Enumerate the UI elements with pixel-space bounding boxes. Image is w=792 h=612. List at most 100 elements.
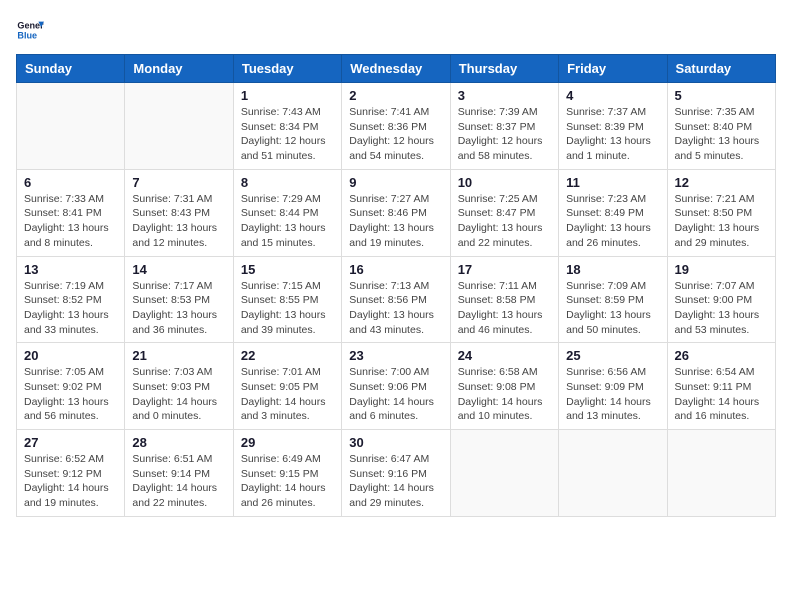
calendar-header-wednesday: Wednesday (342, 55, 450, 83)
calendar-cell: 5 Sunrise: 7:35 AM Sunset: 8:40 PM Daylig… (667, 83, 775, 170)
day-number: 7 (132, 175, 225, 190)
calendar-cell: 16 Sunrise: 7:13 AM Sunset: 8:56 PM Dayli… (342, 256, 450, 343)
calendar-header-friday: Friday (559, 55, 667, 83)
calendar-cell (450, 430, 558, 517)
calendar-header-tuesday: Tuesday (233, 55, 341, 83)
header: General Blue (16, 16, 776, 44)
calendar-header-thursday: Thursday (450, 55, 558, 83)
day-info: Sunrise: 7:13 AM Sunset: 8:56 PM Dayligh… (349, 279, 442, 338)
calendar-cell: 1Sunrise: 7:43 AM Sunset: 8:34 PM Daylig… (233, 83, 341, 170)
day-info: Sunrise: 7:03 AM Sunset: 9:03 PM Dayligh… (132, 365, 225, 424)
calendar-week-row: 20 Sunrise: 7:05 AM Sunset: 9:02 PM Dayli… (17, 343, 776, 430)
calendar-cell: 27Sunrise: 6:52 AM Sunset: 9:12 PM Dayli… (17, 430, 125, 517)
day-number: 3 (458, 88, 551, 103)
calendar-header-saturday: Saturday (667, 55, 775, 83)
day-number: 14 (132, 262, 225, 277)
day-info: Sunrise: 7:25 AM Sunset: 8:47 PM Dayligh… (458, 192, 551, 251)
calendar-week-row: 1Sunrise: 7:43 AM Sunset: 8:34 PM Daylig… (17, 83, 776, 170)
day-number: 4 (566, 88, 659, 103)
day-info: Sunrise: 7:43 AM Sunset: 8:34 PM Dayligh… (241, 105, 334, 164)
day-info: Sunrise: 7:17 AM Sunset: 8:53 PM Dayligh… (132, 279, 225, 338)
calendar-cell: 7 Sunrise: 7:31 AM Sunset: 8:43 PM Daylig… (125, 169, 233, 256)
calendar-cell: 13 Sunrise: 7:19 AM Sunset: 8:52 PM Dayli… (17, 256, 125, 343)
day-number: 24 (458, 348, 551, 363)
calendar-cell (125, 83, 233, 170)
day-number: 9 (349, 175, 442, 190)
day-number: 30 (349, 435, 442, 450)
day-info: Sunrise: 7:35 AM Sunset: 8:40 PM Dayligh… (675, 105, 768, 164)
logo: General Blue (16, 16, 44, 44)
day-number: 19 (675, 262, 768, 277)
day-info: Sunrise: 6:56 AM Sunset: 9:09 PM Dayligh… (566, 365, 659, 424)
calendar-header-row: SundayMondayTuesdayWednesdayThursdayFrid… (17, 55, 776, 83)
day-number: 13 (24, 262, 117, 277)
calendar-cell: 6 Sunrise: 7:33 AM Sunset: 8:41 PM Daylig… (17, 169, 125, 256)
calendar-cell: 21 Sunrise: 7:03 AM Sunset: 9:03 PM Dayli… (125, 343, 233, 430)
calendar-cell: 23 Sunrise: 7:00 AM Sunset: 9:06 PM Dayli… (342, 343, 450, 430)
day-number: 16 (349, 262, 442, 277)
calendar-week-row: 27Sunrise: 6:52 AM Sunset: 9:12 PM Dayli… (17, 430, 776, 517)
day-number: 20 (24, 348, 117, 363)
day-info: Sunrise: 7:39 AM Sunset: 8:37 PM Dayligh… (458, 105, 551, 164)
calendar-cell: 20 Sunrise: 7:05 AM Sunset: 9:02 PM Dayli… (17, 343, 125, 430)
calendar-cell (667, 430, 775, 517)
calendar-cell: 30 Sunrise: 6:47 AM Sunset: 9:16 PM Dayli… (342, 430, 450, 517)
day-number: 27 (24, 435, 117, 450)
day-info: Sunrise: 7:29 AM Sunset: 8:44 PM Dayligh… (241, 192, 334, 251)
day-info: Sunrise: 7:41 AM Sunset: 8:36 PM Dayligh… (349, 105, 442, 164)
day-info: Sunrise: 7:37 AM Sunset: 8:39 PM Dayligh… (566, 105, 659, 164)
day-number: 5 (675, 88, 768, 103)
logo-icon: General Blue (16, 16, 44, 44)
calendar-cell: 19 Sunrise: 7:07 AM Sunset: 9:00 PM Dayli… (667, 256, 775, 343)
day-info: Sunrise: 7:33 AM Sunset: 8:41 PM Dayligh… (24, 192, 117, 251)
day-info: Sunrise: 7:15 AM Sunset: 8:55 PM Dayligh… (241, 279, 334, 338)
calendar-cell: 28Sunrise: 6:51 AM Sunset: 9:14 PM Dayli… (125, 430, 233, 517)
calendar-header-sunday: Sunday (17, 55, 125, 83)
day-number: 10 (458, 175, 551, 190)
calendar-cell: 17 Sunrise: 7:11 AM Sunset: 8:58 PM Dayli… (450, 256, 558, 343)
calendar-cell: 25 Sunrise: 6:56 AM Sunset: 9:09 PM Dayli… (559, 343, 667, 430)
day-info: Sunrise: 7:31 AM Sunset: 8:43 PM Dayligh… (132, 192, 225, 251)
day-info: Sunrise: 7:09 AM Sunset: 8:59 PM Dayligh… (566, 279, 659, 338)
day-number: 11 (566, 175, 659, 190)
day-number: 21 (132, 348, 225, 363)
day-info: Sunrise: 6:47 AM Sunset: 9:16 PM Dayligh… (349, 452, 442, 511)
day-info: Sunrise: 6:58 AM Sunset: 9:08 PM Dayligh… (458, 365, 551, 424)
day-info: Sunrise: 7:11 AM Sunset: 8:58 PM Dayligh… (458, 279, 551, 338)
day-number: 29 (241, 435, 334, 450)
calendar-cell: 2Sunrise: 7:41 AM Sunset: 8:36 PM Daylig… (342, 83, 450, 170)
day-info: Sunrise: 7:07 AM Sunset: 9:00 PM Dayligh… (675, 279, 768, 338)
calendar-week-row: 13 Sunrise: 7:19 AM Sunset: 8:52 PM Dayli… (17, 256, 776, 343)
svg-text:Blue: Blue (17, 30, 37, 40)
day-info: Sunrise: 7:19 AM Sunset: 8:52 PM Dayligh… (24, 279, 117, 338)
day-info: Sunrise: 7:00 AM Sunset: 9:06 PM Dayligh… (349, 365, 442, 424)
calendar-table: SundayMondayTuesdayWednesdayThursdayFrid… (16, 54, 776, 517)
calendar-cell (17, 83, 125, 170)
calendar-cell: 12Sunrise: 7:21 AM Sunset: 8:50 PM Dayli… (667, 169, 775, 256)
day-number: 8 (241, 175, 334, 190)
day-info: Sunrise: 7:01 AM Sunset: 9:05 PM Dayligh… (241, 365, 334, 424)
day-number: 28 (132, 435, 225, 450)
day-number: 15 (241, 262, 334, 277)
day-info: Sunrise: 6:54 AM Sunset: 9:11 PM Dayligh… (675, 365, 768, 424)
day-info: Sunrise: 7:05 AM Sunset: 9:02 PM Dayligh… (24, 365, 117, 424)
calendar-week-row: 6 Sunrise: 7:33 AM Sunset: 8:41 PM Daylig… (17, 169, 776, 256)
calendar-cell: 4 Sunrise: 7:37 AM Sunset: 8:39 PM Daylig… (559, 83, 667, 170)
calendar-cell: 18Sunrise: 7:09 AM Sunset: 8:59 PM Dayli… (559, 256, 667, 343)
calendar-cell: 22 Sunrise: 7:01 AM Sunset: 9:05 PM Dayli… (233, 343, 341, 430)
day-number: 22 (241, 348, 334, 363)
day-info: Sunrise: 6:49 AM Sunset: 9:15 PM Dayligh… (241, 452, 334, 511)
calendar-cell: 11 Sunrise: 7:23 AM Sunset: 8:49 PM Dayli… (559, 169, 667, 256)
day-number: 17 (458, 262, 551, 277)
calendar-cell: 29 Sunrise: 6:49 AM Sunset: 9:15 PM Dayli… (233, 430, 341, 517)
day-number: 23 (349, 348, 442, 363)
day-number: 25 (566, 348, 659, 363)
calendar-cell: 8 Sunrise: 7:29 AM Sunset: 8:44 PM Daylig… (233, 169, 341, 256)
calendar-cell: 26Sunrise: 6:54 AM Sunset: 9:11 PM Dayli… (667, 343, 775, 430)
calendar-cell: 9Sunrise: 7:27 AM Sunset: 8:46 PM Daylig… (342, 169, 450, 256)
day-number: 6 (24, 175, 117, 190)
day-info: Sunrise: 7:23 AM Sunset: 8:49 PM Dayligh… (566, 192, 659, 251)
calendar-cell (559, 430, 667, 517)
calendar-header-monday: Monday (125, 55, 233, 83)
day-info: Sunrise: 7:21 AM Sunset: 8:50 PM Dayligh… (675, 192, 768, 251)
